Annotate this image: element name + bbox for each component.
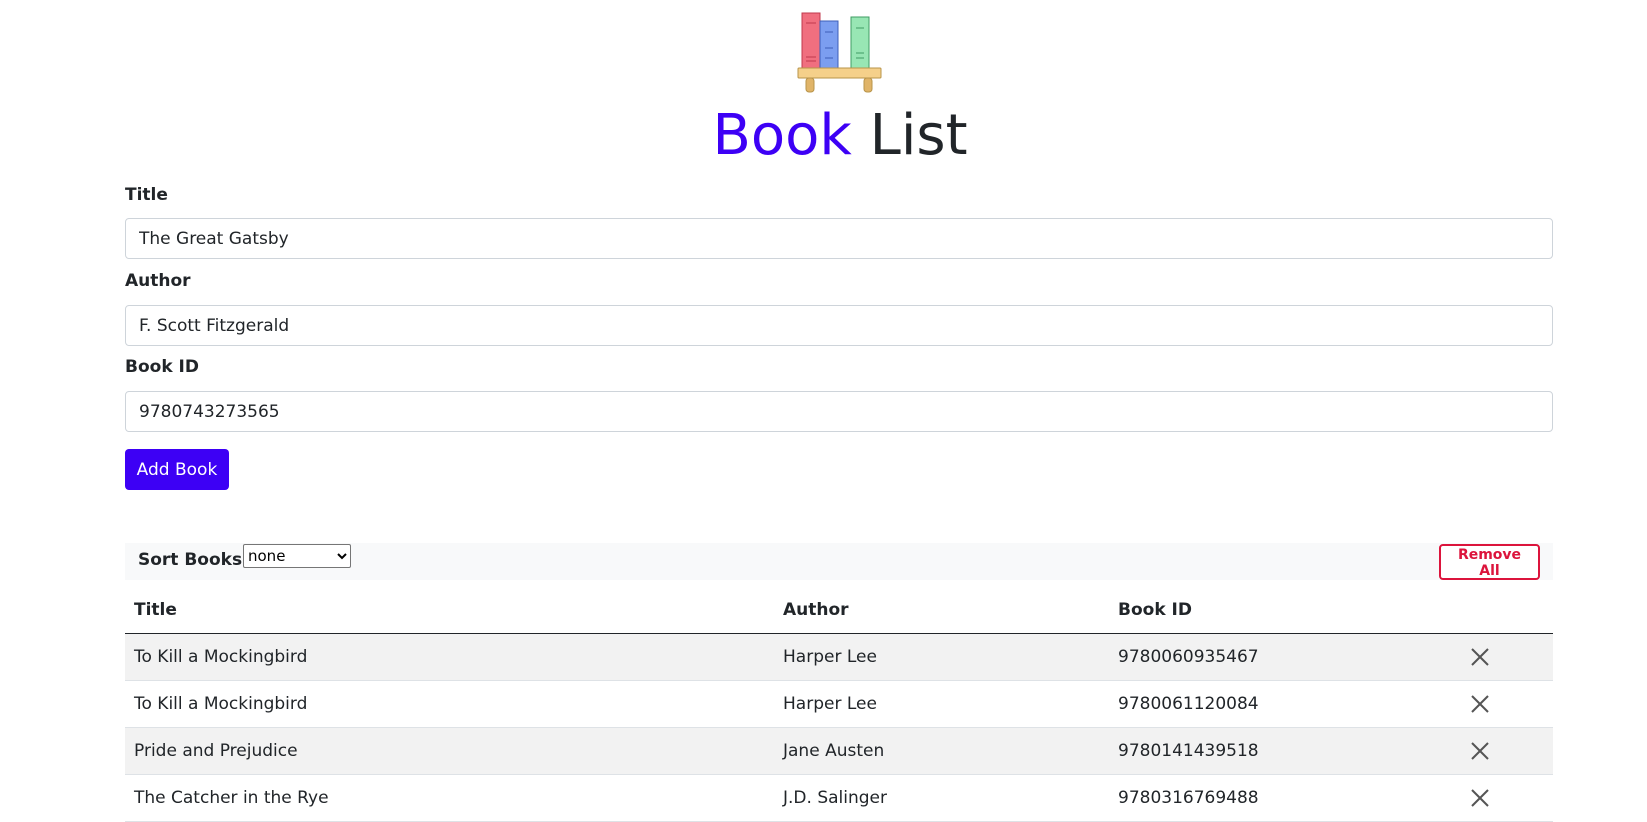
- column-header-author: Author: [774, 587, 1109, 634]
- table-row: To Kill a Mockingbird Harper Lee 9780060…: [125, 633, 1553, 681]
- add-book-button[interactable]: Add Book: [125, 449, 229, 490]
- title-input[interactable]: [125, 218, 1553, 259]
- row-book-id: 9780060935467: [1109, 633, 1439, 681]
- row-title: To Kill a Mockingbird: [125, 633, 774, 681]
- row-author: Jane Austen: [774, 727, 1109, 775]
- table-toolbar: Sort Books: none Remove All: [125, 543, 1553, 580]
- title-label: Title: [125, 185, 168, 205]
- book-table: Title Author Book ID To Kill a Mockingbi…: [125, 587, 1553, 822]
- book-id-label: Book ID: [125, 357, 199, 377]
- author-label: Author: [125, 271, 191, 291]
- page-title-rest: List: [869, 103, 968, 168]
- row-title: Pride and Prejudice: [125, 727, 774, 775]
- table-row: Pride and Prejudice Jane Austen 97801414…: [125, 727, 1553, 775]
- bookshelf-icon: [797, 10, 883, 98]
- row-book-id: 9780316769488: [1109, 774, 1439, 822]
- row-action-cell: [1439, 727, 1553, 775]
- column-header-action: [1439, 587, 1553, 634]
- row-author: J.D. Salinger: [774, 774, 1109, 822]
- column-header-book-id: Book ID: [1109, 587, 1439, 634]
- page-title-accent: Book: [712, 103, 852, 168]
- page-title: Book List: [0, 100, 1647, 172]
- row-action-cell: [1439, 633, 1553, 681]
- row-author: Harper Lee: [774, 680, 1109, 728]
- row-book-id: 9780061120084: [1109, 680, 1439, 728]
- close-icon[interactable]: [1469, 740, 1491, 762]
- table-header-row: Title Author Book ID: [125, 587, 1553, 634]
- row-title: The Catcher in the Rye: [125, 774, 774, 822]
- row-action-cell: [1439, 680, 1553, 728]
- row-action-cell: [1439, 774, 1553, 822]
- close-icon[interactable]: [1469, 693, 1491, 715]
- book-id-input[interactable]: [125, 391, 1553, 432]
- close-icon[interactable]: [1469, 646, 1491, 668]
- table-row: The Catcher in the Rye J.D. Salinger 978…: [125, 774, 1553, 822]
- remove-all-button[interactable]: Remove All: [1439, 544, 1540, 580]
- author-input[interactable]: [125, 305, 1553, 346]
- sort-select[interactable]: none: [243, 544, 351, 568]
- close-icon[interactable]: [1469, 787, 1491, 809]
- sort-label: Sort Books:: [138, 550, 249, 570]
- table-row: To Kill a Mockingbird Harper Lee 9780061…: [125, 680, 1553, 728]
- row-book-id: 9780141439518: [1109, 727, 1439, 775]
- row-title: To Kill a Mockingbird: [125, 680, 774, 728]
- row-author: Harper Lee: [774, 633, 1109, 681]
- column-header-title: Title: [125, 587, 774, 634]
